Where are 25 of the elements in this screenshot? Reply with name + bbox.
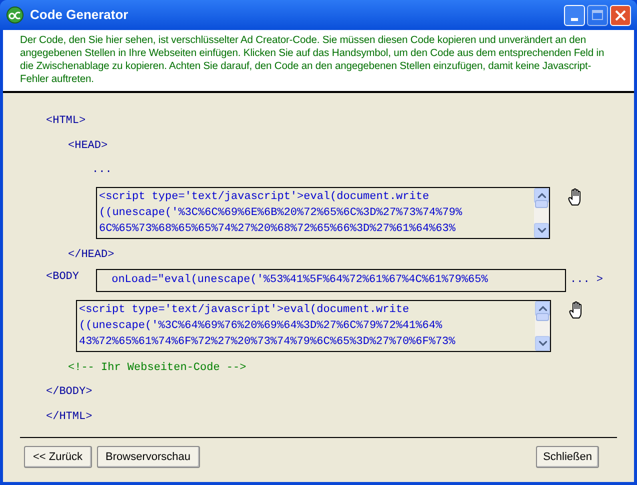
scroll-down-button[interactable] bbox=[534, 222, 549, 238]
maximize-button[interactable] bbox=[587, 4, 608, 26]
close-button[interactable] bbox=[610, 4, 631, 26]
code-tag: </HEAD> bbox=[68, 248, 114, 260]
minimize-icon bbox=[571, 18, 578, 20]
code-tag: <HTML> bbox=[46, 115, 86, 127]
code-tag: ... > bbox=[570, 272, 604, 288]
intro-text: Der Code, den Sie hier sehen, ist verschlüsselter Ad Creator-Code. Sie müssen diesen Code kopieren und unverändert an den angegebenen Stellen in Ihre Webseiten einfügen. Klicken Sie auf das Handsymbol, um den Code aus dem entsprechenden Feld in die Zwischenablage zu kopieren. Achten Sie darauf, den Code an den angegebenen Stellen einzufügen, damit keine Javascript-Fehler auftreten. bbox=[3, 30, 634, 93]
scroll-up-button[interactable] bbox=[535, 300, 550, 316]
close-icon bbox=[615, 10, 626, 20]
nav-button[interactable]: << Zurück bbox=[24, 446, 92, 468]
body-code-field[interactable]: onLoad="eval(unescape('%53%41%5F%64%72%61%67%4C%61%79%65% bbox=[96, 269, 566, 292]
code-tag: <BODY bbox=[46, 269, 94, 286]
nav-button[interactable]: Browservorschau bbox=[96, 446, 200, 468]
code-tag: </BODY> bbox=[46, 386, 92, 398]
close-dialog-button[interactable]: Schließen bbox=[536, 446, 599, 468]
minimize-button[interactable] bbox=[564, 4, 585, 26]
code-tag: <HEAD> bbox=[68, 140, 108, 152]
scroll-down-button[interactable] bbox=[535, 336, 550, 350]
code-tag: ... bbox=[92, 164, 112, 176]
window-title: Code Generator bbox=[30, 6, 128, 24]
code-tag: </HTML> bbox=[46, 410, 92, 422]
maximize-icon bbox=[592, 10, 603, 20]
code-comment: <!-- Ihr Webseiten-Code --> bbox=[68, 362, 246, 374]
app-logo-icon bbox=[6, 6, 24, 24]
